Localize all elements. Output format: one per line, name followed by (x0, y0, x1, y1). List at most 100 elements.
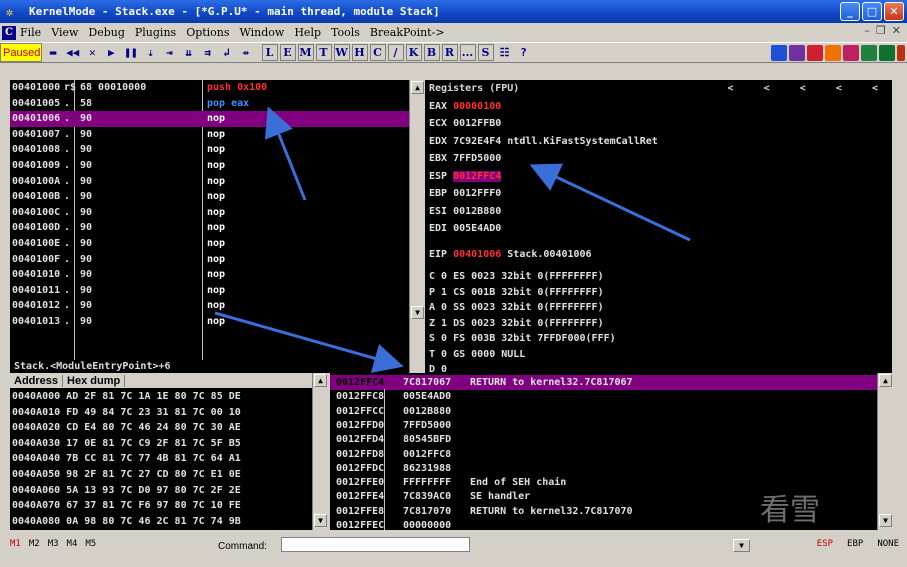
menu-breakpoint[interactable]: BreakPoint-> (370, 26, 445, 39)
plugin-icon-1[interactable] (771, 45, 787, 61)
disassembly-pane[interactable]: 00401000 r$ 68 00010000 push 0x100 00401005.… (10, 80, 409, 360)
register-value[interactable]: 7C92E4F4 ntdll.KiFastSystemCallRet (453, 136, 658, 147)
window-button-k[interactable]: K (405, 44, 422, 61)
plugin-icon-4[interactable] (825, 45, 841, 61)
hex-dump-pane[interactable]: Address Hex dump 0040A000 AD 2F 81 7C 1A… (10, 373, 321, 530)
flag-segment-line[interactable]: A 0 SS 0023 32bit 0(FFFFFFFF) (425, 300, 892, 316)
disasm-row[interactable]: 00401005. 58 pop eax (10, 96, 409, 112)
register-ebx[interactable]: EBX 7FFD5000 (425, 150, 892, 168)
stack-row[interactable]: 0012FFD4 80545BFD (330, 432, 878, 448)
menu-help[interactable]: Help (294, 26, 321, 39)
stack-row[interactable]: 0012FFD0 7FFD5000 (330, 417, 878, 434)
open-icon[interactable]: ▬ (45, 44, 61, 61)
close-program-icon[interactable]: ✕ (84, 44, 100, 61)
register-ecx[interactable]: ECX 0012FFB0 (425, 115, 892, 133)
execute-till-return-icon[interactable]: ↲ (219, 44, 235, 61)
scroll-down-icon[interactable]: ▼ (314, 514, 327, 527)
register-value[interactable]: 0012FFF0 (453, 188, 501, 199)
title-bar[interactable]: ✲ KernelMode - Stack.exe - [*G.P.U* - ma… (0, 0, 907, 23)
rewind-icon[interactable]: ◀◀ (64, 44, 81, 61)
window-button-m[interactable]: M (297, 44, 314, 61)
register-esi[interactable]: ESI 0012B880 (425, 203, 892, 221)
flag-segment-line[interactable]: Z 1 DS 0023 32bit 0(FFFFFFFF) (425, 316, 892, 332)
plugin-icon-3[interactable] (807, 45, 823, 61)
status-mark-m1[interactable]: M1 (10, 539, 21, 549)
window-button-l[interactable]: L (261, 44, 278, 61)
goto-icon[interactable]: ⇸ (238, 44, 254, 61)
disasm-row[interactable]: 00401006. 90 nop (10, 111, 409, 127)
disasm-row[interactable]: 00401012. 90 nop (10, 298, 409, 314)
plugin-icon-8[interactable] (897, 45, 905, 61)
plugin-icon-7[interactable] (879, 45, 895, 61)
status-none[interactable]: NONE (877, 539, 899, 549)
scroll-down-icon[interactable]: ▼ (879, 514, 892, 527)
register-value[interactable]: 0012B880 (453, 206, 501, 217)
grid-icon[interactable]: ☷ (497, 44, 513, 61)
menu-debug[interactable]: Debug (88, 26, 125, 39)
dump-scrollbar[interactable]: ▲ ▼ (312, 373, 328, 530)
minimize-button[interactable]: _ (840, 2, 860, 21)
cpu-window-icon[interactable]: C (2, 25, 16, 40)
flag-segment-line[interactable]: D 0 (425, 362, 892, 373)
register-value[interactable]: 7FFD5000 (453, 153, 501, 164)
status-mark-m5[interactable]: M5 (85, 539, 96, 549)
window-button-h[interactable]: H (351, 44, 368, 61)
window-button-slash[interactable]: / (387, 44, 404, 61)
dump-row[interactable]: 0040A090 B7 4b 80 7C 3F 80 7C 0A 00 (12, 529, 223, 530)
registers-pane[interactable]: Registers (FPU) < < < < < EAX 00000100 ECX… (425, 80, 892, 373)
maximize-button[interactable]: □ (862, 2, 882, 21)
dump-row[interactable]: 0040A010 FD 49 84 7C 23 31 81 7C 00 10 (12, 405, 241, 421)
stack-row[interactable]: 0012FFD8 0012FFC8 (330, 446, 878, 462)
register-edi[interactable]: EDI 005E4AD0 (425, 220, 892, 238)
dump-row[interactable]: 0040A050 98 2F 81 7C 27 CD 80 7C E1 0E (12, 467, 241, 483)
status-esp[interactable]: ESP (817, 539, 833, 549)
register-esp[interactable]: ESP 0012FFC4 (425, 168, 892, 186)
step-over-icon[interactable]: ⇥ (162, 44, 178, 61)
window-button-c[interactable]: C (369, 44, 386, 61)
dump-row[interactable]: 0040A060 5A 13 93 7C D0 97 80 7C 2F 2E (12, 483, 241, 499)
disasm-row[interactable]: 0040100D. 90 nop (10, 220, 409, 236)
window-button-b[interactable]: B (423, 44, 440, 61)
disasm-row[interactable]: 00401008. 90 nop (10, 142, 409, 158)
dump-row[interactable]: 0040A080 0A 98 80 7C 46 2C 81 7C 74 9B (12, 514, 241, 530)
register-ebp[interactable]: EBP 0012FFF0 (425, 185, 892, 203)
status-mark-m2[interactable]: M2 (29, 539, 40, 549)
mdi-close-icon[interactable]: ✕ (892, 24, 901, 37)
disasm-row[interactable]: 00401011. 90 nop (10, 283, 409, 299)
menu-window[interactable]: Window (240, 26, 285, 39)
plugin-icon-6[interactable] (861, 45, 877, 61)
scroll-up-icon[interactable]: ▲ (314, 374, 327, 387)
register-value[interactable]: 00401006 (453, 249, 501, 260)
dump-hex-header[interactable]: Hex dump (63, 374, 126, 387)
disasm-row[interactable]: 0040100C. 90 nop (10, 205, 409, 221)
register-nav-arrows[interactable]: < < < < < (727, 80, 878, 98)
pause-icon[interactable]: ❚❚ (122, 44, 139, 61)
trace-over-icon[interactable]: ⇉ (200, 44, 216, 61)
disasm-row[interactable]: 00401009. 90 nop (10, 158, 409, 174)
window-button-t[interactable]: T (315, 44, 332, 61)
help-icon[interactable]: ? (516, 44, 532, 61)
trace-into-icon[interactable]: ⇊ (181, 44, 197, 61)
mdi-minimize-icon[interactable]: – (864, 24, 870, 37)
menu-options[interactable]: Options (186, 26, 229, 39)
disasm-row[interactable]: 0040100E. 90 nop (10, 236, 409, 252)
dump-row[interactable]: 0040A020 CD E4 80 7C 46 24 80 7C 30 AE (12, 420, 241, 436)
scroll-up-icon[interactable]: ▲ (879, 374, 892, 387)
menu-file[interactable]: File (20, 26, 41, 39)
window-button-s[interactable]: S (477, 44, 494, 61)
scroll-down-icon[interactable]: ▼ (411, 306, 424, 319)
stack-row[interactable]: 0012FFCC 0012B880 (330, 403, 878, 419)
window-button-ellipsis[interactable]: ... (459, 44, 476, 61)
register-eip[interactable]: EIP 00401006 Stack.00401006 (425, 246, 892, 264)
disasm-row[interactable]: 00401007. 90 nop (10, 127, 409, 143)
window-button-e[interactable]: E (279, 44, 296, 61)
register-value[interactable]: 0012FFC4 (453, 170, 502, 182)
flag-segment-line[interactable]: P 1 CS 001B 32bit 0(FFFFFFFF) (425, 285, 892, 301)
run-icon[interactable]: ▶ (103, 44, 119, 61)
window-button-r[interactable]: R (441, 44, 458, 61)
flag-segment-line[interactable]: S 0 FS 003B 32bit 7FFDF000(FFF) (425, 331, 892, 347)
disasm-row[interactable]: 00401013. 90 nop (10, 314, 409, 330)
register-value[interactable]: 0012FFB0 (453, 118, 501, 129)
status-mark-m4[interactable]: M4 (67, 539, 78, 549)
disasm-row[interactable]: 00401010. 90 nop (10, 267, 409, 283)
